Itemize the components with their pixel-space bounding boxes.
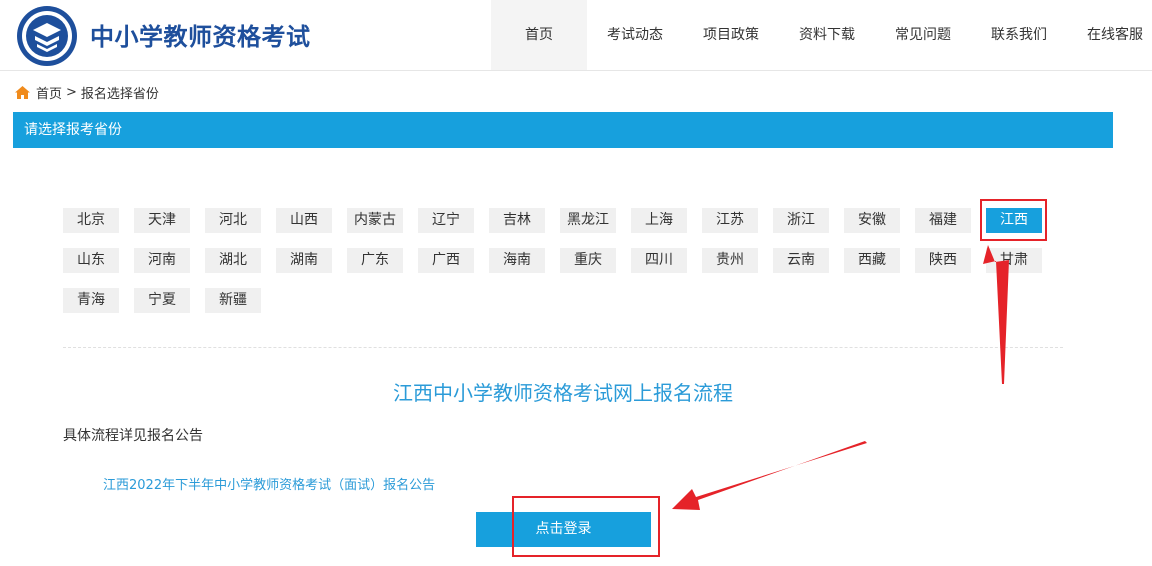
- province-1-0[interactable]: 山东: [63, 248, 119, 273]
- breadcrumb-current: 报名选择省份: [80, 86, 159, 102]
- nav-item-exam-news[interactable]: 考试动态: [587, 0, 683, 70]
- breadcrumb-home[interactable]: 首页: [36, 83, 62, 102]
- province-2-1[interactable]: 宁夏: [134, 288, 190, 313]
- province-2-0[interactable]: 青海: [63, 288, 119, 313]
- nav-item-contact[interactable]: 联系我们: [971, 0, 1067, 70]
- province-0-2[interactable]: 河北: [205, 208, 261, 233]
- province-0-5[interactable]: 辽宁: [418, 208, 474, 233]
- province-1-7[interactable]: 重庆: [560, 248, 616, 273]
- flow-description: 具体流程详见报名公告: [63, 428, 203, 444]
- province-0-4[interactable]: 内蒙古: [347, 208, 403, 233]
- nav-item-home[interactable]: 首页: [491, 0, 587, 70]
- province-1-9[interactable]: 贵州: [702, 248, 758, 273]
- notice-link[interactable]: 江西2022年下半年中小学教师资格考试（面试）报名公告: [103, 474, 435, 493]
- province-0-10[interactable]: 浙江: [773, 208, 829, 233]
- province-0-3[interactable]: 山西: [276, 208, 332, 233]
- province-1-6[interactable]: 海南: [489, 248, 545, 273]
- province-0-1[interactable]: 天津: [134, 208, 190, 233]
- province-1-13[interactable]: 甘肃: [986, 248, 1042, 273]
- province-1-10[interactable]: 云南: [773, 248, 829, 273]
- login-button[interactable]: 点击登录: [476, 512, 651, 547]
- nav-item-downloads[interactable]: 资料下载: [779, 0, 875, 70]
- province-1-4[interactable]: 广东: [347, 248, 403, 273]
- exam-logo-icon[interactable]: [16, 5, 78, 67]
- province-1-2[interactable]: 湖北: [205, 248, 261, 273]
- nav-item-online-service[interactable]: 在线客服: [1067, 0, 1152, 70]
- province-1-11[interactable]: 西藏: [844, 248, 900, 273]
- province-2-2[interactable]: 新疆: [205, 288, 261, 313]
- home-icon[interactable]: [14, 85, 31, 100]
- breadcrumb: 首页 > 报名选择省份: [14, 82, 159, 102]
- nav-item-faq[interactable]: 常见问题: [875, 0, 971, 70]
- divider: [63, 347, 1063, 348]
- site-title[interactable]: 中小学教师资格考试: [90, 17, 311, 52]
- province-0-8[interactable]: 上海: [631, 208, 687, 233]
- annotation-arrow-left: [672, 441, 867, 510]
- province-0-6[interactable]: 吉林: [489, 208, 545, 233]
- province-1-3[interactable]: 湖南: [276, 248, 332, 273]
- province-0-9[interactable]: 江苏: [702, 208, 758, 233]
- province-1-1[interactable]: 河南: [134, 248, 190, 273]
- province-0-12[interactable]: 福建: [915, 208, 971, 233]
- province-0-13[interactable]: 江西: [986, 208, 1042, 233]
- breadcrumb-separator: >: [66, 84, 77, 100]
- province-1-12[interactable]: 陕西: [915, 248, 971, 273]
- province-0-7[interactable]: 黑龙江: [560, 208, 616, 233]
- section-title-bar: 请选择报考省份: [13, 112, 1113, 148]
- province-1-5[interactable]: 广西: [418, 248, 474, 273]
- province-0-0[interactable]: 北京: [63, 208, 119, 233]
- main-nav: 首页 考试动态 项目政策 资料下载 常见问题 联系我们 在线客服: [491, 0, 1152, 70]
- site-header: 中小学教师资格考试 首页 考试动态 项目政策 资料下载 常见问题 联系我们 在线…: [0, 0, 1152, 71]
- province-1-8[interactable]: 四川: [631, 248, 687, 273]
- flow-title: 江西中小学教师资格考试网上报名流程: [393, 381, 733, 405]
- nav-item-policy[interactable]: 项目政策: [683, 0, 779, 70]
- province-0-11[interactable]: 安徽: [844, 208, 900, 233]
